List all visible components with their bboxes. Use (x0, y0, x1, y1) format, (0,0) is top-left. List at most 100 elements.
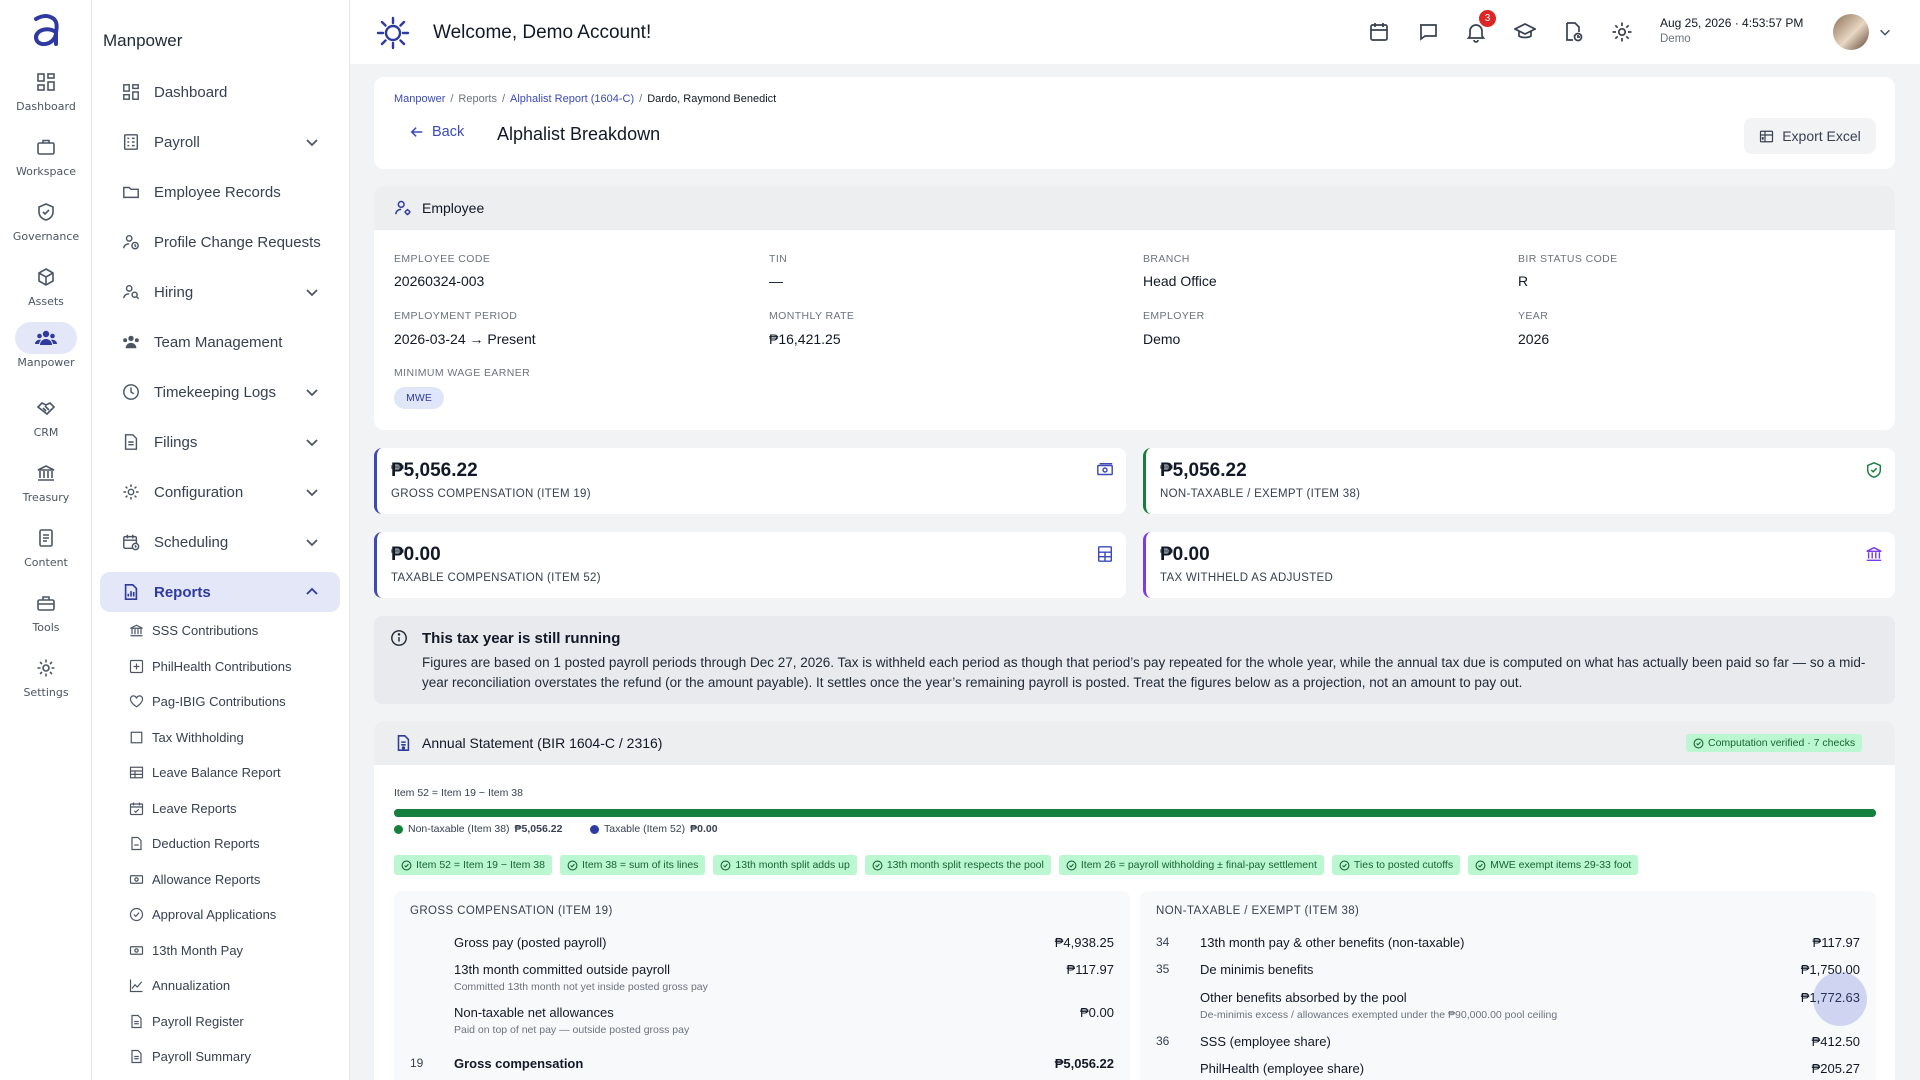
breadcrumb: Manpower / Reports / Alphalist Report (1… (394, 93, 776, 105)
rail-label: Governance (12, 230, 80, 243)
sub-item-approval-applications[interactable]: Approval Applications (128, 899, 328, 929)
rail-item-treasury[interactable]: Treasury (0, 457, 92, 517)
statement-title: Annual Statement (BIR 1604-C / 2316) (422, 735, 663, 751)
breadcrumb-reports: Reports (458, 93, 497, 105)
rail-label: Workspace (15, 165, 77, 178)
rail-label: Dashboard (16, 100, 76, 113)
grid-icon (36, 72, 56, 92)
check-circle-icon (720, 860, 731, 871)
nav-item-hiring[interactable]: Hiring (100, 272, 340, 312)
branch-value: Head Office (1143, 273, 1217, 289)
chevron-down-icon[interactable] (1878, 25, 1892, 39)
toolbox-icon (36, 593, 56, 613)
sub-item-allowance-reports[interactable]: Allowance Reports (128, 864, 328, 894)
nav-item-dashboard[interactable]: Dashboard (100, 72, 340, 112)
sub-item-pag-ibig-contributions[interactable]: Pag-IBIG Contributions (128, 686, 328, 716)
chevron-down-icon (304, 484, 320, 500)
check-chip-label: MWE exempt items 29-33 foot (1490, 859, 1632, 871)
graduation-cap-icon[interactable] (1514, 21, 1536, 43)
nav-item-reports[interactable]: Reports (100, 572, 340, 612)
rail-item-manpower[interactable]: Manpower (0, 322, 92, 382)
calendar-clock-icon (120, 531, 142, 553)
nav-item-configuration[interactable]: Configuration (100, 472, 340, 512)
app-logo[interactable] (30, 10, 62, 50)
avatar[interactable] (1833, 14, 1869, 50)
nav-item-team-management[interactable]: Team Management (100, 322, 340, 362)
row-amount: ₱205.27 (1811, 1061, 1860, 1076)
sub-item-13th-month-pay[interactable]: 13th Month Pay (128, 935, 328, 965)
bank-icon (36, 463, 56, 483)
sub-item-leave-reports[interactable]: Leave Reports (128, 793, 328, 823)
employment-period: 2026-03-24 → Present (394, 331, 536, 347)
sub-item-tax-withholding[interactable]: Tax Withholding (128, 722, 328, 752)
nav-item-payroll[interactable]: Payroll (100, 122, 340, 162)
document-icon (36, 528, 56, 548)
sub-item-sss-contributions[interactable]: SSS Contributions (128, 615, 328, 645)
rail-item-tools[interactable]: Tools (0, 587, 92, 647)
nav-item-employee-records[interactable]: Employee Records (100, 172, 340, 212)
nav-item-label: Timekeeping Logs (154, 383, 277, 401)
row-number: 36 (1156, 1034, 1170, 1048)
employee-section-header: Employee (374, 186, 1895, 230)
rail-item-crm[interactable]: CRM (0, 392, 92, 452)
nav-item-profile-change-requests[interactable]: Profile Change Requests (100, 222, 340, 262)
sub-item-deduction-reports[interactable]: Deduction Reports (128, 828, 328, 858)
row-description: PhilHealth (employee share) (1200, 1061, 1365, 1076)
nav-item-filings[interactable]: Filings (100, 422, 340, 462)
check-chip: Item 52 = Item 19 − Item 38 (394, 855, 552, 875)
rail-item-workspace[interactable]: Workspace (0, 131, 92, 191)
sub-item-label: SSS Contributions (152, 622, 259, 638)
rail-item-settings[interactable]: Settings (0, 652, 92, 712)
check-circle-icon (1693, 738, 1704, 749)
kpi-label: GROSS COMPENSATION (ITEM 19) (391, 488, 591, 500)
nav-item-scheduling[interactable]: Scheduling (100, 522, 340, 562)
calendar-icon[interactable] (1368, 21, 1390, 43)
section-sidenav: Manpower Dashboard Payroll Employee Reco… (92, 0, 350, 1080)
check-chip-label: Item 52 = Item 19 − Item 38 (416, 859, 545, 871)
arrow-left-icon (410, 125, 424, 139)
sub-item-label: Annualization (152, 977, 231, 993)
kpi-non-taxable: ₱5,056.22 NON-TAXABLE / EXEMPT (ITEM 38) (1143, 448, 1895, 514)
check-circle-icon (1475, 860, 1486, 871)
page-title: Alphalist Breakdown (497, 124, 661, 144)
field-label: TIN (769, 253, 788, 265)
nav-item-timekeeping-logs[interactable]: Timekeeping Logs (100, 372, 340, 412)
breadcrumb-alphalist[interactable]: Alphalist Report (1604-C) (510, 93, 634, 105)
rail-item-assets[interactable]: Assets (0, 261, 92, 321)
shield-check-icon (36, 202, 56, 222)
field-label: EMPLOYER (1143, 310, 1205, 322)
breadcrumb-separator: / (639, 93, 643, 105)
grid-icon (120, 81, 142, 103)
cube-icon (36, 267, 56, 287)
export-label: Export Excel (1782, 128, 1861, 144)
medical-cross-icon (128, 658, 144, 674)
rail-label: Manpower (17, 356, 75, 369)
kpi-label: TAX WITHHELD AS ADJUSTED (1160, 572, 1334, 584)
sub-item-label: PhilHealth Contributions (152, 658, 292, 674)
rail-item-dashboard[interactable]: Dashboard (0, 66, 92, 126)
notification-badge: 3 (1479, 10, 1496, 27)
document-refresh-icon[interactable] (1562, 21, 1584, 43)
rail-item-governance[interactable]: Governance (0, 196, 92, 256)
check-chip-label: Ties to posted cutoffs (1353, 859, 1454, 871)
check-circle-icon (872, 860, 883, 871)
row-number: 19 (410, 1056, 424, 1070)
gear-icon[interactable] (1611, 21, 1633, 43)
export-excel-button[interactable]: Export Excel (1744, 118, 1876, 154)
calendar-check-icon (128, 800, 144, 816)
sub-item-philhealth-contributions[interactable]: PhilHealth Contributions (128, 651, 328, 681)
back-button[interactable]: Back (410, 124, 464, 140)
check-chip: 13th month split respects the pool (864, 855, 1051, 875)
chat-icon[interactable] (1417, 21, 1439, 43)
sub-item-payroll-summary[interactable]: Payroll Summary (128, 1041, 328, 1071)
sub-item-label: Deduction Reports (152, 835, 260, 851)
chevron-down-icon (304, 534, 320, 550)
sub-item-leave-balance-report[interactable]: Leave Balance Report (128, 757, 328, 787)
sub-item-annualization[interactable]: Annualization (128, 970, 328, 1000)
rail-item-content[interactable]: Content (0, 522, 92, 582)
rail-label: Tools (32, 621, 60, 634)
legend-dot (394, 824, 403, 834)
sub-item-payroll-register[interactable]: Payroll Register (128, 1006, 328, 1036)
breadcrumb-manpower[interactable]: Manpower (394, 93, 445, 105)
row-number: 34 (1156, 935, 1170, 949)
